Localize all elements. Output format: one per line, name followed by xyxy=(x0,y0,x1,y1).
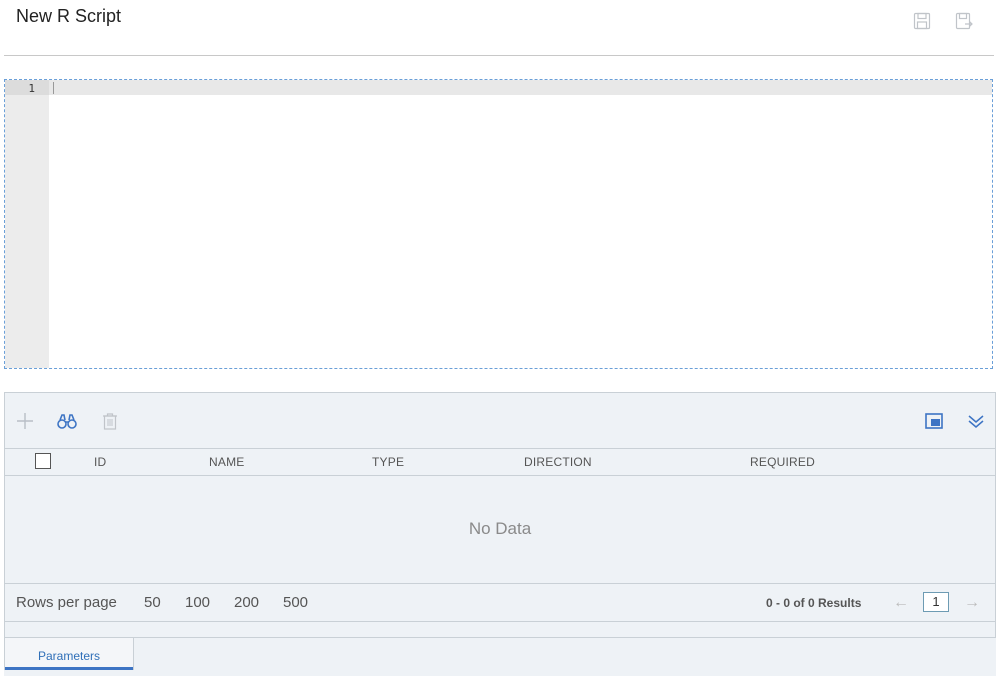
column-header-direction[interactable]: DIRECTION xyxy=(524,455,592,469)
window-toggle-button[interactable] xyxy=(922,409,946,433)
empty-state-text: No Data xyxy=(468,519,532,538)
save-as-button[interactable] xyxy=(954,11,974,31)
line-number-gutter: 1 xyxy=(5,80,49,368)
current-page-indicator[interactable]: 1 xyxy=(923,592,949,612)
tab-parameters-label: Parameters xyxy=(37,649,101,663)
page-title: New R Script xyxy=(16,6,122,26)
line-number: 1 xyxy=(28,82,35,95)
column-header-id[interactable]: ID xyxy=(94,455,106,469)
collapse-button[interactable] xyxy=(964,409,988,433)
header-divider xyxy=(4,55,994,56)
double-chevron-down-icon xyxy=(968,415,984,428)
results-count: 0 - 0 of 0 Results xyxy=(766,596,862,610)
page-size-50[interactable]: 50 xyxy=(144,594,161,611)
active-tab-indicator xyxy=(5,667,133,670)
page-header: New R Script xyxy=(0,0,1000,56)
trash-icon xyxy=(103,413,117,430)
select-all-checkbox[interactable] xyxy=(35,453,51,469)
active-line-highlight xyxy=(5,80,992,95)
column-header-name[interactable]: NAME xyxy=(209,455,244,469)
text-cursor xyxy=(53,82,54,94)
window-icon xyxy=(925,413,943,429)
column-header-type[interactable]: TYPE xyxy=(372,455,404,469)
next-page-button[interactable]: → xyxy=(964,594,980,612)
previous-page-button[interactable]: ← xyxy=(893,594,909,612)
delete-button[interactable] xyxy=(98,409,122,433)
tab-parameters[interactable]: Parameters xyxy=(4,638,134,670)
bottom-tab-bar: Parameters xyxy=(4,638,996,676)
grid-footer: Rows per page 50 100 200 500 0 - 0 of 0 … xyxy=(5,583,995,621)
code-editor[interactable]: 1 xyxy=(4,79,993,369)
parameters-grid: ID NAME TYPE DIRECTION REQUIRED No Data … xyxy=(4,392,996,638)
save-icon xyxy=(913,12,931,30)
page-size-100[interactable]: 100 xyxy=(185,594,210,611)
page-size-500[interactable]: 500 xyxy=(283,594,308,611)
binoculars-icon xyxy=(57,414,77,429)
footer-separator xyxy=(5,621,995,622)
add-button[interactable] xyxy=(13,409,37,433)
add-icon xyxy=(17,413,33,429)
save-button[interactable] xyxy=(912,11,932,31)
grid-header-row: ID NAME TYPE DIRECTION REQUIRED xyxy=(5,448,995,476)
page-size-200[interactable]: 200 xyxy=(234,594,259,611)
find-button[interactable] xyxy=(55,409,79,433)
save-as-icon xyxy=(955,12,973,30)
column-header-required[interactable]: REQUIRED xyxy=(750,455,815,469)
rows-per-page-label: Rows per page xyxy=(16,594,117,611)
